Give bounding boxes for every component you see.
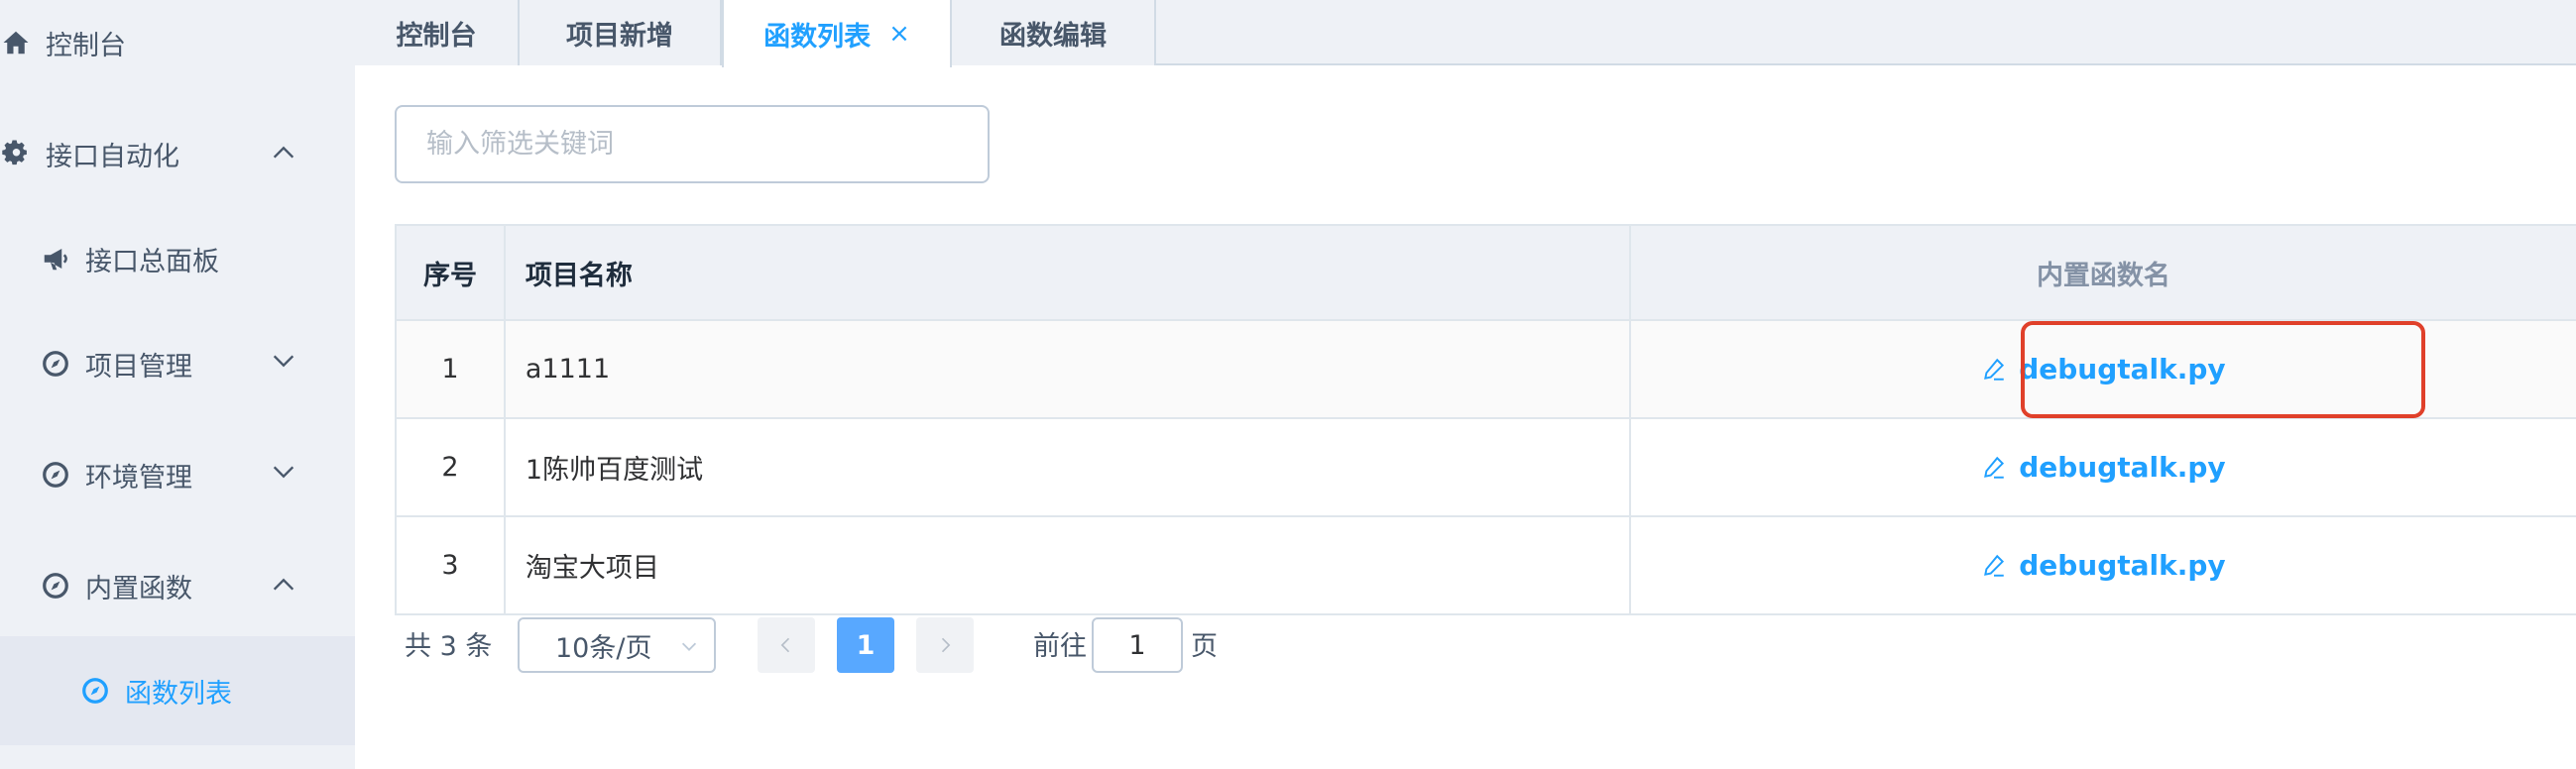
tab-project-add[interactable]: 项目新增 (520, 0, 722, 65)
function-edit-link[interactable]: debugtalk.py (1981, 353, 2226, 385)
chevron-down-icon (681, 642, 697, 651)
row-index: 2 (397, 419, 506, 515)
table-row: 2 1陈帅百度测试 debugtalk.py (397, 419, 2576, 517)
chevron-up-icon (273, 146, 294, 159)
chevron-left-icon (780, 637, 790, 653)
page-unit-label: 页 (1191, 631, 1218, 662)
header-project-name: 项目名称 (506, 226, 1631, 319)
sidebar-item-project-management[interactable]: 项目管理 (0, 309, 355, 418)
sidebar-item-label: 接口总面板 (85, 246, 219, 277)
chevron-up-icon (273, 578, 294, 591)
tab-dashboard[interactable]: 控制台 (355, 0, 520, 65)
table-header: 序号 项目名称 内置函数名 (397, 226, 2576, 321)
compass-icon (79, 675, 111, 707)
gear-icon (0, 138, 32, 169)
chevron-right-icon (941, 637, 951, 653)
sidebar-item-label: 项目管理 (85, 351, 192, 383)
sidebar-item-environment-management[interactable]: 环境管理 (0, 420, 355, 529)
function-name: debugtalk.py (2019, 549, 2226, 582)
table-row: 1 a1111 debugtalk.py (397, 321, 2576, 419)
row-index: 1 (397, 321, 506, 417)
filter-input[interactable] (395, 105, 990, 183)
megaphone-icon (40, 243, 71, 275)
edit-icon (1984, 456, 2005, 479)
compass-icon (40, 348, 71, 380)
prev-page-button[interactable] (758, 617, 815, 673)
chevron-down-icon (273, 355, 294, 368)
compass-icon (40, 570, 71, 602)
sidebar-item-label: 接口自动化 (46, 141, 179, 172)
page-number-button[interactable]: 1 (837, 617, 894, 673)
tab-function-list[interactable]: 函数列表 × (722, 0, 952, 67)
sidebar: 控制台 接口自动化 接口总面板 项目管理 环境管理 内置函数 函数列表 (0, 0, 355, 769)
goto-page-input[interactable] (1092, 617, 1183, 673)
sidebar-item-api-dashboard[interactable]: 接口总面板 (0, 204, 355, 313)
header-index: 序号 (397, 226, 506, 319)
row-function-cell: debugtalk.py (1631, 419, 2576, 515)
edit-icon (1984, 358, 2005, 381)
function-edit-link[interactable]: debugtalk.py (1981, 549, 2226, 582)
tab-function-edit[interactable]: 函数编辑 (952, 0, 1156, 65)
function-name: debugtalk.py (2019, 451, 2226, 484)
sidebar-item-builtin-functions[interactable]: 内置函数 (0, 531, 355, 640)
sidebar-item-api-automation[interactable]: 接口自动化 (0, 99, 355, 208)
row-project-name: 淘宝大项目 (506, 517, 1631, 613)
function-table: 序号 项目名称 内置函数名 1 a1111 debugtalk.py 2 1陈帅… (395, 224, 2576, 615)
tab-label: 函数列表 (763, 21, 872, 53)
sidebar-item-label: 函数列表 (125, 678, 232, 710)
compass-icon (40, 459, 71, 491)
tab-label: 控制台 (396, 20, 477, 52)
home-icon (0, 27, 32, 58)
sidebar-item-label: 控制台 (46, 30, 126, 61)
table-row: 3 淘宝大项目 debugtalk.py (397, 517, 2576, 615)
tab-bar: 控制台 项目新增 函数列表 × 函数编辑 (355, 0, 2576, 67)
close-icon[interactable]: × (888, 19, 910, 49)
row-project-name: a1111 (506, 321, 1631, 417)
row-project-name: 1陈帅百度测试 (506, 419, 1631, 515)
function-name: debugtalk.py (2019, 353, 2226, 385)
sidebar-item-dashboard[interactable]: 控制台 (0, 0, 355, 97)
pagination-total: 共 3 条 (405, 631, 493, 662)
sidebar-item-function-list[interactable]: 函数列表 (0, 636, 355, 745)
sidebar-item-label: 内置函数 (85, 573, 192, 604)
tab-label: 项目新增 (566, 20, 673, 52)
page-size-value: 10条/页 (555, 632, 652, 664)
page-size-select[interactable]: 10条/页 (518, 617, 716, 673)
tab-label: 函数编辑 (999, 20, 1107, 52)
header-function-name: 内置函数名 (2036, 260, 2170, 291)
sidebar-item-label: 环境管理 (85, 462, 192, 494)
row-function-cell: debugtalk.py (1631, 517, 2576, 613)
function-edit-link[interactable]: debugtalk.py (1981, 451, 2226, 484)
next-page-button[interactable] (916, 617, 974, 673)
edit-icon (1984, 554, 2005, 577)
goto-label: 前往 (1033, 631, 1087, 662)
row-function-cell: debugtalk.py (1631, 321, 2576, 417)
row-index: 3 (397, 517, 506, 613)
chevron-down-icon (273, 466, 294, 479)
